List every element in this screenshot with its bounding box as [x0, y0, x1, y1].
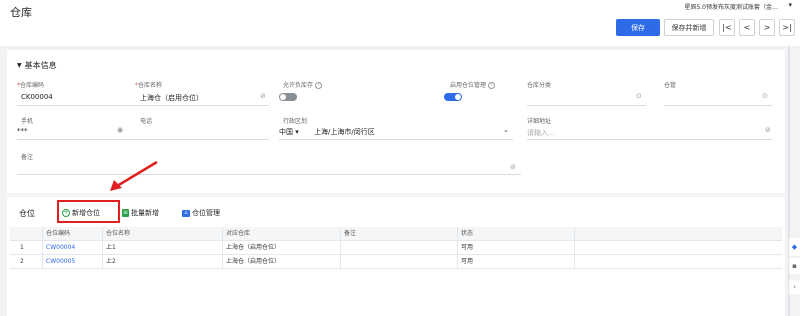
chat-icon[interactable]: ◆: [789, 238, 800, 256]
scrollbar[interactable]: [788, 46, 790, 316]
arrow-annotation: [110, 160, 158, 191]
side-tab-icon[interactable]: ▪: [789, 258, 800, 274]
expand-icon[interactable]: ›: [789, 280, 800, 294]
